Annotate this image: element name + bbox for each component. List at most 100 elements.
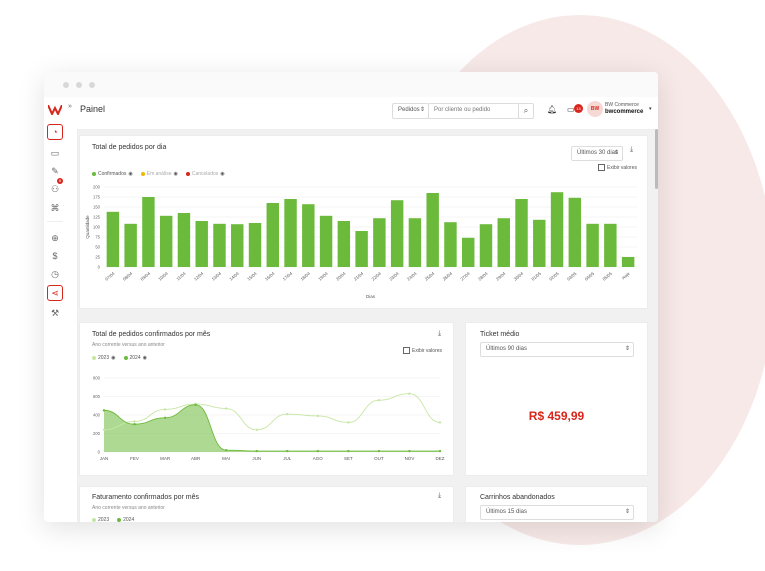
x-tick-label: 05/05: [602, 271, 614, 282]
x-tick-label: 29/04: [495, 271, 507, 282]
ticket-period-select[interactable]: Últimos 90 dias ⇕: [480, 342, 634, 357]
legend-2024[interactable]: 2024: [117, 517, 134, 522]
daily-show-values[interactable]: Exibir valores: [598, 164, 637, 171]
search-input[interactable]: Por cliente ou pedido: [428, 103, 520, 119]
bar: [426, 193, 439, 267]
search-scope-label: Pedidos: [398, 107, 420, 113]
monthly-show-values[interactable]: Exibir valores: [403, 347, 442, 354]
bar: [497, 218, 510, 267]
daily-period-label: Últimos 30 dias: [577, 150, 619, 156]
monitor-icon[interactable]: ▭: [47, 145, 63, 161]
bar: [355, 231, 368, 267]
edit-icon[interactable]: ✎: [47, 163, 63, 179]
x-tick-label: 19/04: [317, 271, 329, 282]
x-tick-label: OUT: [374, 456, 384, 461]
legend-swatch: [92, 356, 96, 360]
page-title: Painel: [80, 104, 106, 114]
search-button[interactable]: ⌕: [518, 103, 534, 119]
bar: [159, 215, 173, 267]
legend-swatch: [185, 172, 190, 176]
checkbox[interactable]: [598, 164, 605, 171]
bar: [266, 203, 280, 267]
collapse-icon[interactable]: »: [68, 103, 72, 110]
bar: [479, 224, 493, 267]
users-icon[interactable]: ⚇ 6: [47, 178, 63, 197]
search-placeholder: Por cliente ou pedido: [434, 107, 491, 113]
carts-period-select[interactable]: Últimos 15 dias ⇕: [480, 505, 634, 520]
legend-2023[interactable]: 2023: [92, 517, 109, 522]
bar: [319, 215, 333, 267]
eye-icon: ◉: [220, 171, 225, 177]
window-dot: [76, 82, 82, 88]
search-scope-select[interactable]: Pedidos ⇕: [392, 103, 429, 119]
x-tick-label: 17/04: [282, 271, 294, 282]
scrollbar[interactable]: [655, 129, 658, 189]
point-2023: [163, 408, 167, 411]
command-icon[interactable]: ⌘: [47, 200, 63, 216]
app-window: ◔ ▭ ✎ ⚇ 6 ⌘ ⊕ $ ◷ ⋖ ⚒ » Painel Pedidos ⇕ …: [44, 72, 658, 522]
eye-icon: ◉: [173, 171, 178, 177]
daily-period-select[interactable]: Últimos 30 dias ⇕: [571, 146, 623, 161]
bar: [461, 237, 475, 267]
bar: [444, 222, 457, 267]
dashboard-icon[interactable]: ◔: [47, 124, 63, 140]
x-tick-label: 15/04: [246, 271, 258, 282]
bell-icon[interactable]: 🔔︎: [547, 105, 557, 114]
y-tick-label: 200: [93, 185, 101, 190]
legend-label: Confirmados: [98, 171, 127, 177]
dollar-icon[interactable]: $: [47, 248, 63, 264]
legend-canceled[interactable]: Cancelados ◉: [185, 171, 225, 177]
bar: [231, 224, 244, 267]
x-tick-label: 10/04: [157, 271, 169, 282]
share-icon[interactable]: ⋖: [47, 285, 63, 301]
point-2023: [377, 399, 381, 402]
download-icon[interactable]: ⤓: [630, 146, 633, 154]
bar: [515, 199, 528, 267]
bar: [302, 204, 315, 267]
clock-icon[interactable]: ◷: [47, 266, 63, 282]
chevron-updown-icon: ⇕: [419, 107, 425, 113]
legend-analysis[interactable]: Em análise ◉: [140, 171, 178, 177]
x-tick-label: 22/04: [371, 271, 383, 282]
legend-label: 2024: [123, 517, 135, 522]
y-tick-label: 25: [95, 255, 100, 260]
eye-icon: ◉: [111, 355, 116, 361]
notification-badge: 13: [574, 104, 583, 113]
sidebar-divider: [47, 221, 63, 222]
x-tick-label: 30/04: [513, 271, 525, 282]
checkbox[interactable]: [403, 347, 410, 354]
bar: [408, 218, 422, 267]
legend-swatch: [117, 518, 122, 522]
x-tick-label: JUN: [252, 456, 261, 461]
window-titlebar: [44, 72, 658, 97]
legend-confirmed[interactable]: Confirmados ◉: [92, 171, 133, 177]
monthly-legend: 2023 ◉ 2024 ◉: [92, 355, 147, 361]
bar: [177, 213, 191, 267]
legend-2023[interactable]: 2023 ◉: [92, 355, 116, 361]
monthly-orders-card: Total de pedidos confirmados por mês Ano…: [79, 322, 454, 476]
download-icon[interactable]: ⤓: [438, 492, 441, 500]
top-bar: Painel Pedidos ⇕ Por cliente ou pedido ⌕…: [77, 97, 658, 130]
point-2023: [347, 421, 350, 424]
point-2024: [408, 449, 411, 453]
x-axis-label: Dias: [366, 294, 376, 299]
daily-legend: Confirmados ◉ Em análise ◉ Cancelados ◉: [92, 171, 225, 177]
legend-label: Em análise: [146, 171, 172, 177]
caret-down-icon[interactable]: ▾: [649, 106, 652, 112]
x-tick-label: DEZ: [436, 456, 445, 461]
chevron-updown-icon: ⇕: [613, 150, 619, 156]
sidebar-collapse[interactable]: »: [66, 97, 78, 522]
x-tick-label: 02/05: [548, 271, 560, 282]
ticket-card: Ticket médio Últimos 90 dias ⇕ R$ 459,99: [465, 322, 648, 476]
wrench-icon[interactable]: ⚒: [47, 305, 63, 321]
y-tick-label: 200: [93, 431, 101, 436]
avatar[interactable]: BW: [587, 101, 603, 117]
point-2024: [102, 409, 106, 412]
y-tick-label: 400: [93, 413, 101, 418]
download-icon[interactable]: ⤓: [438, 330, 441, 338]
carts-title: Carrinhos abandonados: [480, 494, 555, 501]
plus-circle-icon[interactable]: ⊕: [47, 230, 63, 246]
legend-2024[interactable]: 2024 ◉: [123, 355, 147, 361]
x-tick-label: 09/04: [140, 271, 152, 282]
point-2024: [133, 423, 136, 426]
